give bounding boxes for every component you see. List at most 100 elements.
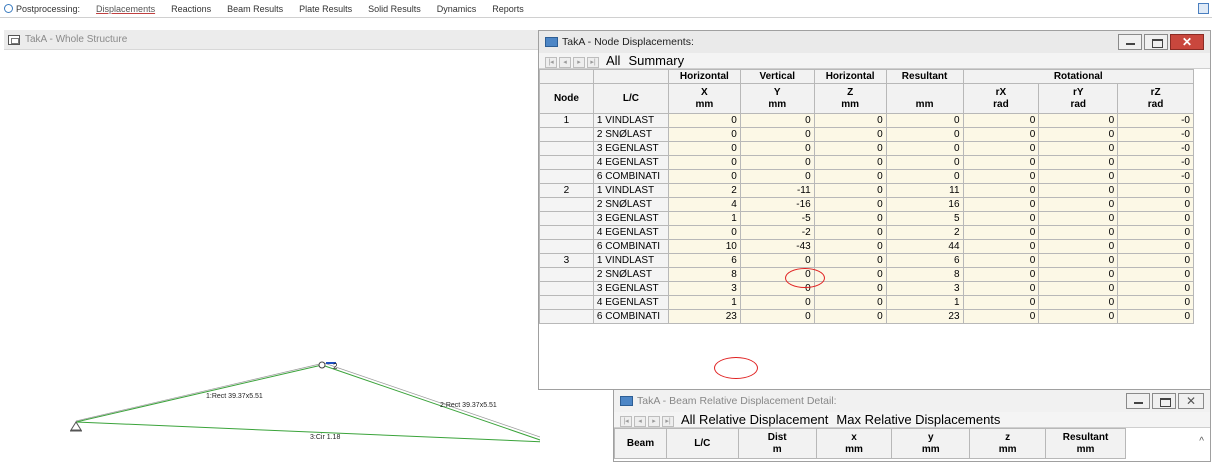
value-cell-x[interactable]: 1 — [667, 211, 741, 226]
value-cell-z[interactable]: 0 — [813, 113, 887, 128]
node-cell[interactable] — [539, 169, 594, 184]
value-cell-x[interactable]: 0 — [667, 225, 741, 240]
value-cell-rz[interactable]: 0 — [1117, 309, 1194, 324]
value-cell-r[interactable]: 8 — [885, 267, 964, 282]
value-cell-rz[interactable]: 0 — [1117, 267, 1194, 282]
tab-all[interactable]: All — [603, 54, 623, 68]
maximize-button[interactable] — [1144, 34, 1168, 50]
next-tab-icon[interactable]: ▸ — [573, 57, 585, 68]
table-row[interactable]: 6 COMBINATI 0 0 0 0 0 0 -0 — [539, 169, 1194, 184]
value-cell-ry[interactable]: 0 — [1038, 281, 1119, 296]
column-header[interactable]: Node — [539, 83, 594, 114]
load-case-cell[interactable]: 3 EGENLAST — [592, 281, 669, 296]
close-button[interactable]: ✕ — [1178, 393, 1204, 409]
tab-plate-results[interactable]: Plate Results — [299, 4, 352, 14]
scroll-up-icon[interactable]: ^ — [1199, 436, 1204, 447]
value-cell-y[interactable]: -11 — [739, 183, 815, 198]
value-cell-y[interactable]: 0 — [739, 155, 815, 170]
first-tab-icon[interactable]: |◂ — [545, 57, 557, 68]
first-tab-icon[interactable]: |◂ — [620, 416, 632, 427]
prev-tab-icon[interactable]: ◂ — [559, 57, 571, 68]
value-cell-x[interactable]: 10 — [667, 239, 741, 254]
value-cell-z[interactable]: 0 — [813, 169, 887, 184]
value-cell-x[interactable]: 1 — [667, 295, 741, 310]
value-cell-z[interactable]: 0 — [813, 211, 887, 226]
column-header[interactable]: Resultant mm — [1045, 428, 1126, 459]
node-cell[interactable] — [539, 267, 594, 282]
tab-displacements[interactable]: Displacements — [96, 4, 155, 14]
value-cell-r[interactable]: 3 — [885, 281, 964, 296]
value-cell-y[interactable]: -5 — [739, 211, 815, 226]
value-cell-rz[interactable]: 0 — [1117, 197, 1194, 212]
column-header[interactable]: Zmm — [813, 83, 887, 114]
node-cell[interactable] — [539, 155, 594, 170]
close-button[interactable]: ✕ — [1170, 34, 1204, 50]
node-cell[interactable] — [539, 225, 594, 240]
value-cell-z[interactable]: 0 — [813, 127, 887, 142]
value-cell-x[interactable]: 0 — [667, 155, 741, 170]
node-cell[interactable] — [539, 211, 594, 226]
table-row[interactable]: 2 SNØLAST 8 0 0 8 0 0 0 — [539, 267, 1194, 282]
table-row[interactable]: 21 VINDLAST 2 -11 0 11 0 0 0 — [539, 183, 1194, 198]
table-row[interactable]: 3 EGENLAST 0 0 0 0 0 0 -0 — [539, 141, 1194, 156]
table-row[interactable]: 3 EGENLAST 1 -5 0 5 0 0 0 — [539, 211, 1194, 226]
node-cell[interactable] — [539, 295, 594, 310]
column-header[interactable]: z mm — [969, 428, 1047, 459]
value-cell-rx[interactable]: 0 — [962, 113, 1040, 128]
value-cell-r[interactable]: 0 — [885, 113, 964, 128]
value-cell-r[interactable]: 0 — [885, 141, 964, 156]
value-cell-ry[interactable]: 0 — [1038, 183, 1119, 198]
value-cell-rx[interactable]: 0 — [962, 253, 1040, 268]
value-cell-y[interactable]: 0 — [739, 295, 815, 310]
column-header[interactable]: Xmm — [667, 83, 741, 114]
value-cell-rz[interactable]: -0 — [1117, 155, 1194, 170]
value-cell-rx[interactable]: 0 — [962, 225, 1040, 240]
value-cell-z[interactable]: 0 — [813, 253, 887, 268]
value-cell-x[interactable]: 0 — [667, 127, 741, 142]
tab-all-relative-displacement[interactable]: All Relative Displacement — [678, 413, 831, 427]
table-row[interactable]: 11 VINDLAST 0 0 0 0 0 0 -0 — [539, 113, 1194, 128]
load-case-cell[interactable]: 1 VINDLAST — [592, 183, 669, 198]
load-case-cell[interactable]: 2 SNØLAST — [592, 197, 669, 212]
value-cell-r[interactable]: 2 — [885, 225, 964, 240]
value-cell-r[interactable]: 1 — [885, 295, 964, 310]
value-cell-ry[interactable]: 0 — [1038, 295, 1119, 310]
load-case-cell[interactable]: 2 SNØLAST — [592, 267, 669, 282]
table-row[interactable]: 3 EGENLAST 3 0 0 3 0 0 0 — [539, 281, 1194, 296]
value-cell-r[interactable]: 16 — [885, 197, 964, 212]
node-2-marker[interactable] — [318, 361, 326, 369]
tab-solid-results[interactable]: Solid Results — [368, 4, 421, 14]
node-cell[interactable] — [539, 309, 594, 324]
value-cell-z[interactable]: 0 — [813, 267, 887, 282]
value-cell-r[interactable]: 44 — [885, 239, 964, 254]
table-row[interactable]: 2 SNØLAST 4 -16 0 16 0 0 0 — [539, 197, 1194, 212]
maximize-button[interactable] — [1152, 393, 1176, 409]
value-cell-r[interactable]: 0 — [885, 127, 964, 142]
value-cell-r[interactable]: 5 — [885, 211, 964, 226]
value-cell-z[interactable]: 0 — [813, 239, 887, 254]
value-cell-rz[interactable]: 0 — [1117, 211, 1194, 226]
value-cell-rx[interactable]: 0 — [962, 309, 1040, 324]
value-cell-ry[interactable]: 0 — [1038, 253, 1119, 268]
tab-reactions[interactable]: Reactions — [171, 4, 211, 14]
node-cell[interactable]: 2 — [539, 183, 594, 198]
value-cell-z[interactable]: 0 — [813, 197, 887, 212]
prev-tab-icon[interactable]: ◂ — [634, 416, 646, 427]
value-cell-rx[interactable]: 0 — [962, 127, 1040, 142]
load-case-cell[interactable]: 6 COMBINATI — [592, 239, 669, 254]
value-cell-ry[interactable]: 0 — [1038, 155, 1119, 170]
value-cell-r[interactable]: 0 — [885, 169, 964, 184]
beam-displacement-window[interactable]: TakA - Beam Relative Displacement Detail… — [613, 389, 1211, 462]
value-cell-rx[interactable]: 0 — [962, 295, 1040, 310]
value-cell-ry[interactable]: 0 — [1038, 197, 1119, 212]
load-case-cell[interactable]: 4 EGENLAST — [592, 295, 669, 310]
value-cell-ry[interactable]: 0 — [1038, 267, 1119, 282]
value-cell-rx[interactable]: 0 — [962, 197, 1040, 212]
value-cell-z[interactable]: 0 — [813, 295, 887, 310]
value-cell-r[interactable]: 6 — [885, 253, 964, 268]
column-header[interactable]: Ymm — [739, 83, 815, 114]
value-cell-rz[interactable]: -0 — [1117, 127, 1194, 142]
node-cell[interactable] — [539, 141, 594, 156]
minimize-button[interactable] — [1118, 34, 1142, 50]
column-header[interactable]: y mm — [891, 428, 971, 459]
